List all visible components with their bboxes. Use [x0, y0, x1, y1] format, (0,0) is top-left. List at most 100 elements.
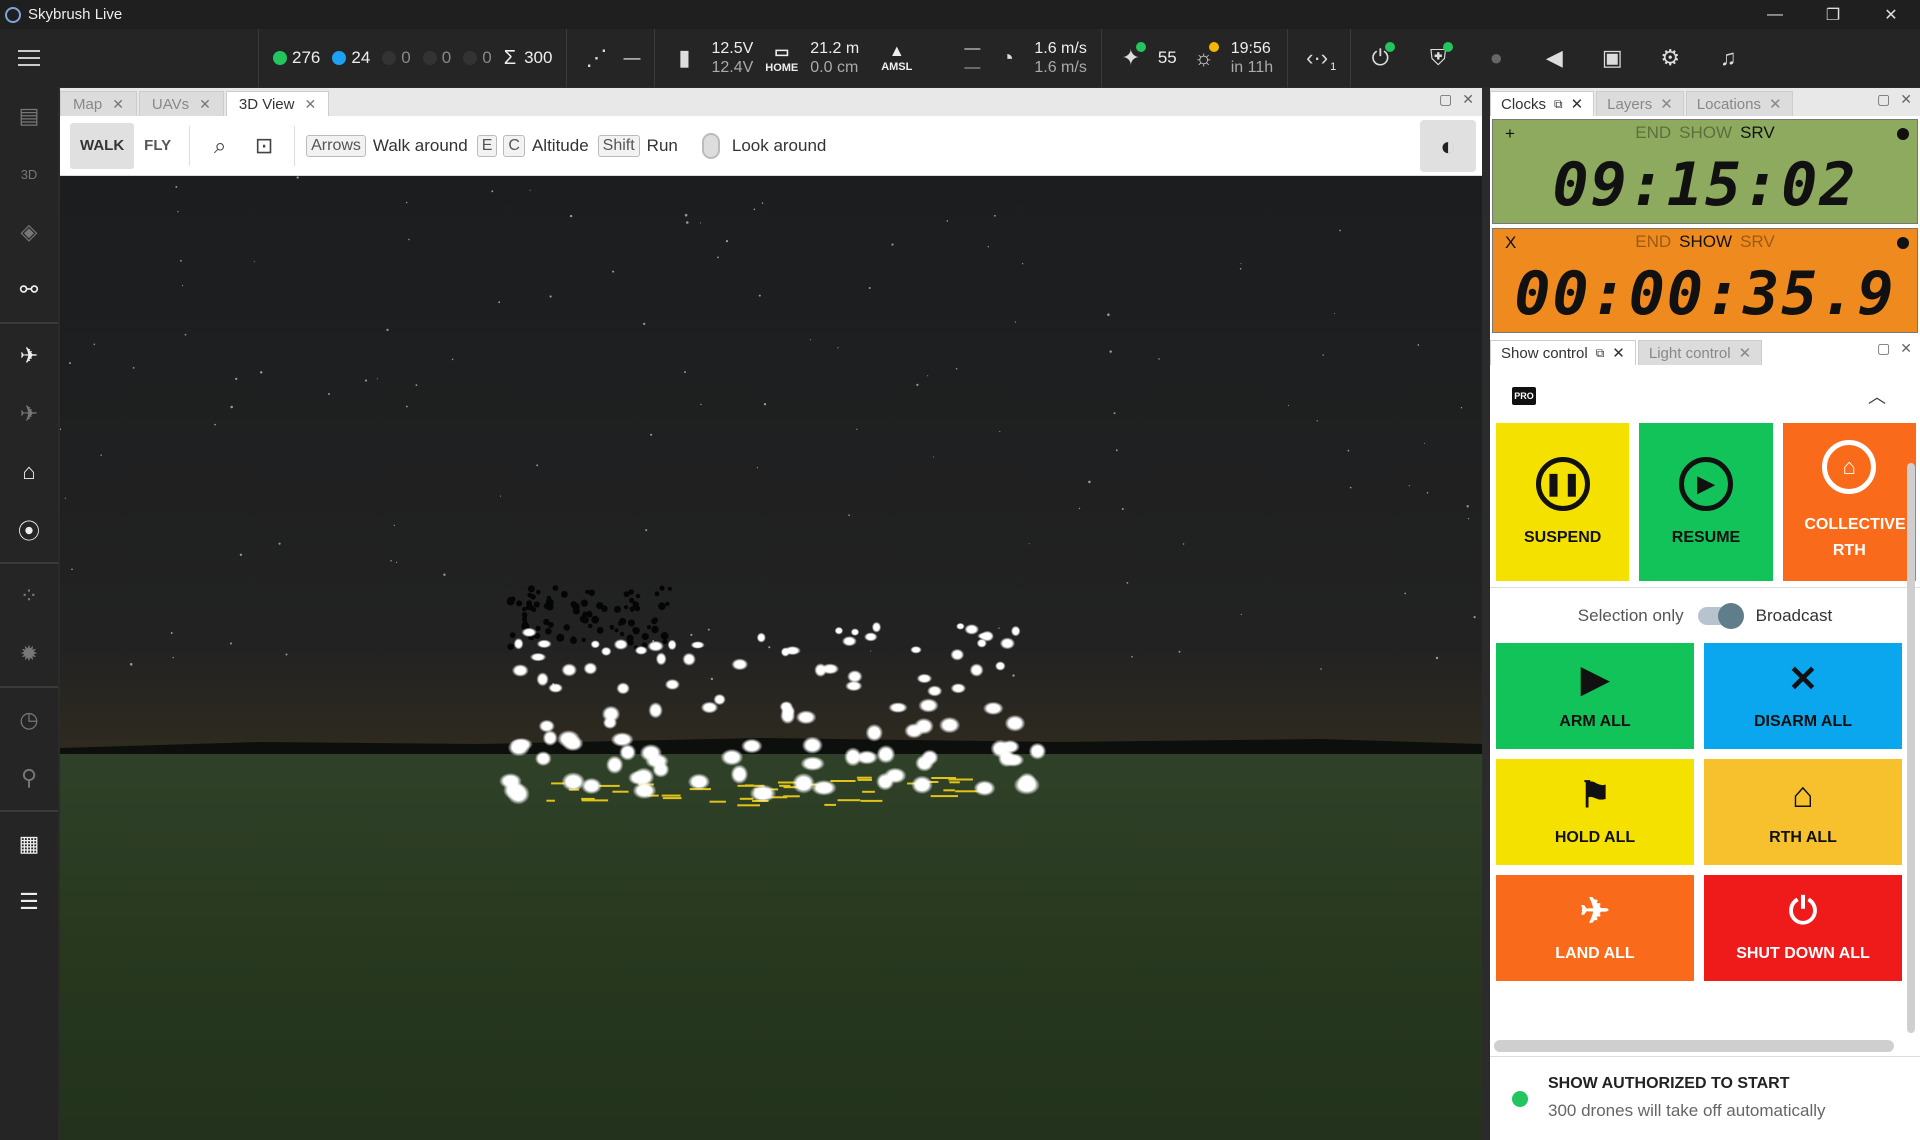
swarm-icon: ⁘	[19, 583, 39, 608]
tab-clocks[interactable]: Clocks ⧉ ✕	[1490, 91, 1595, 116]
tab-layers[interactable]: Layers ✕	[1596, 91, 1684, 116]
close-icon[interactable]: ✕	[1769, 95, 1782, 113]
star	[1012, 674, 1015, 677]
key-arrows: Arrows	[306, 134, 366, 157]
sidebar-item-log[interactable]: ☰	[0, 873, 58, 931]
sidebar-item-uavs[interactable]: ✈	[0, 327, 58, 385]
close-panel-icon[interactable]: ✕	[1900, 340, 1912, 357]
star	[1014, 321, 1017, 323]
disarm-all-button[interactable]: ✕ DISARM ALL	[1704, 643, 1902, 749]
tab-locations[interactable]: Locations ✕	[1685, 91, 1793, 116]
sidebar-item-map[interactable]: ▤	[0, 87, 58, 145]
horizontal-scrollbar[interactable]	[1494, 1040, 1894, 1052]
star	[643, 322, 646, 326]
bell-icon[interactable]: ♫	[1713, 45, 1743, 71]
close-icon[interactable]: ✕	[304, 96, 316, 113]
unlit-drone	[509, 632, 516, 639]
unlit-drone	[629, 606, 635, 612]
tab-show-control[interactable]: Show control ⧉ ✕	[1490, 340, 1636, 365]
sidebar-item-docks[interactable]: ⌂	[0, 443, 58, 501]
minimize-button[interactable]: —	[1746, 0, 1804, 29]
sidebar-item-uav-status[interactable]: ✈	[0, 385, 58, 443]
uav-status-summary[interactable]: 276 24 0 0 0 Σ 300	[258, 29, 566, 87]
close-icon[interactable]: ✕	[1612, 344, 1625, 362]
sidebar-item-locations[interactable]: ⚲	[0, 749, 58, 807]
star	[1435, 656, 1439, 660]
maximize-panel-icon[interactable]: ▢	[1439, 91, 1452, 108]
shut-down-all-button[interactable]: ⏻ SHUT DOWN ALL	[1704, 875, 1902, 981]
vertical-scrollbar[interactable]	[1907, 463, 1915, 1033]
sidebar-item-3d[interactable]: 3D	[0, 145, 58, 203]
clock-server[interactable]: + END SHOW SRV 09:15:02	[1492, 119, 1918, 224]
star	[1333, 312, 1336, 315]
app-logo-icon	[5, 6, 21, 23]
arm-all-button[interactable]: ▶ ARM ALL	[1496, 643, 1694, 749]
chevron-up-icon[interactable]: ︿	[1868, 383, 1886, 409]
hold-all-button[interactable]: ⚑ HOLD ALL	[1496, 759, 1694, 865]
gear-icon[interactable]: ⚙	[1655, 45, 1685, 71]
star	[100, 454, 102, 456]
star	[1158, 358, 1160, 360]
clock-show[interactable]: X END SHOW SRV 00:00:35.9	[1492, 228, 1918, 333]
sidebar-item-swarm[interactable]: ⁘	[0, 567, 58, 625]
formation-status[interactable]: ⋰ —	[566, 29, 654, 87]
unlit-drone	[588, 589, 595, 596]
plug-icon[interactable]: ⏻	[1365, 42, 1396, 71]
drone-light	[865, 723, 884, 742]
sidebar-item-clocks[interactable]: ◷	[0, 691, 58, 749]
3d-scene-viewport[interactable]	[60, 176, 1482, 1140]
battery-status[interactable]: ▮ 12.5V 12.4V ▭ HOME 21.2 m 0.0 cm ▲ AMSL — —…	[654, 29, 1100, 87]
close-icon[interactable]: ✕	[199, 96, 211, 113]
suspend-button[interactable]: ❚❚ SUSPEND	[1496, 423, 1630, 581]
tab-3d-view[interactable]: 3D View ✕	[225, 91, 330, 116]
unlit-drone	[635, 593, 641, 599]
sidebar-item-missions[interactable]: ⚯	[0, 261, 58, 319]
zoom-icon[interactable]: ⌕	[198, 124, 242, 168]
tab-light-control[interactable]: Light control ✕	[1637, 340, 1763, 365]
flag-icon: ⚑	[1578, 774, 1612, 815]
walk-mode-button[interactable]: WALK	[70, 122, 135, 169]
collective-rth-button[interactable]: ⌂ COLLECTIVE RTH	[1782, 423, 1916, 581]
ground-light-streak	[824, 803, 836, 806]
close-icon[interactable]: ✕	[1571, 95, 1584, 113]
sidebar-item-layers[interactable]: ◈	[0, 203, 58, 261]
drone-light	[713, 693, 726, 706]
user-icon[interactable]: ●	[1481, 45, 1511, 71]
close-icon[interactable]: ✕	[1660, 95, 1673, 113]
unlit-drone	[596, 627, 604, 634]
star	[415, 384, 418, 387]
close-icon[interactable]: ✕	[112, 96, 124, 113]
connection-status[interactable]: ‹·› 1	[1287, 29, 1350, 87]
sidebar-item-show-control[interactable]: ▦	[0, 815, 58, 873]
popout-icon[interactable]: ⧉	[1554, 97, 1563, 112]
gps-status[interactable]: ✦ 55 ☼ 19:56 in 11h	[1100, 29, 1287, 87]
maximize-panel-icon[interactable]: ▢	[1877, 340, 1890, 357]
toolbox-icon[interactable]: ▣	[1597, 45, 1627, 71]
land-all-button[interactable]: ✈ LAND ALL	[1496, 875, 1694, 981]
popout-icon[interactable]: ⧉	[1596, 346, 1605, 361]
unlit-drone	[546, 595, 552, 601]
megaphone-icon[interactable]: ◀	[1539, 45, 1569, 71]
layers-icon: ◈	[20, 219, 38, 244]
recenter-icon[interactable]: ⊡	[242, 124, 286, 168]
menu-button[interactable]	[0, 29, 58, 87]
unlit-drone	[546, 602, 554, 611]
tab-uavs[interactable]: UAVs ✕	[138, 91, 224, 116]
close-panel-icon[interactable]: ✕	[1462, 91, 1474, 108]
resume-button[interactable]: ▶ RESUME	[1639, 423, 1773, 581]
star	[1021, 263, 1024, 265]
rth-all-button[interactable]: ⌂ RTH ALL	[1704, 759, 1902, 865]
fly-mode-button[interactable]: FLY	[134, 123, 181, 169]
brightness-toggle-button[interactable]: ◐	[1420, 120, 1476, 172]
drone-light	[731, 658, 749, 671]
sidebar-item-lights[interactable]: ✹	[0, 625, 58, 683]
sidebar-item-beacons[interactable]: ⦿	[0, 501, 58, 559]
close-icon[interactable]: ✕	[1739, 344, 1752, 362]
tab-map[interactable]: Map ✕	[60, 91, 137, 116]
maximize-panel-icon[interactable]: ▢	[1877, 91, 1890, 108]
shield-icon[interactable]: ⛨	[1423, 42, 1454, 71]
close-panel-icon[interactable]: ✕	[1900, 91, 1912, 108]
close-window-button[interactable]: ✕	[1862, 0, 1920, 29]
broadcast-toggle[interactable]	[1697, 602, 1744, 629]
maximize-button[interactable]: ❐	[1804, 0, 1862, 29]
